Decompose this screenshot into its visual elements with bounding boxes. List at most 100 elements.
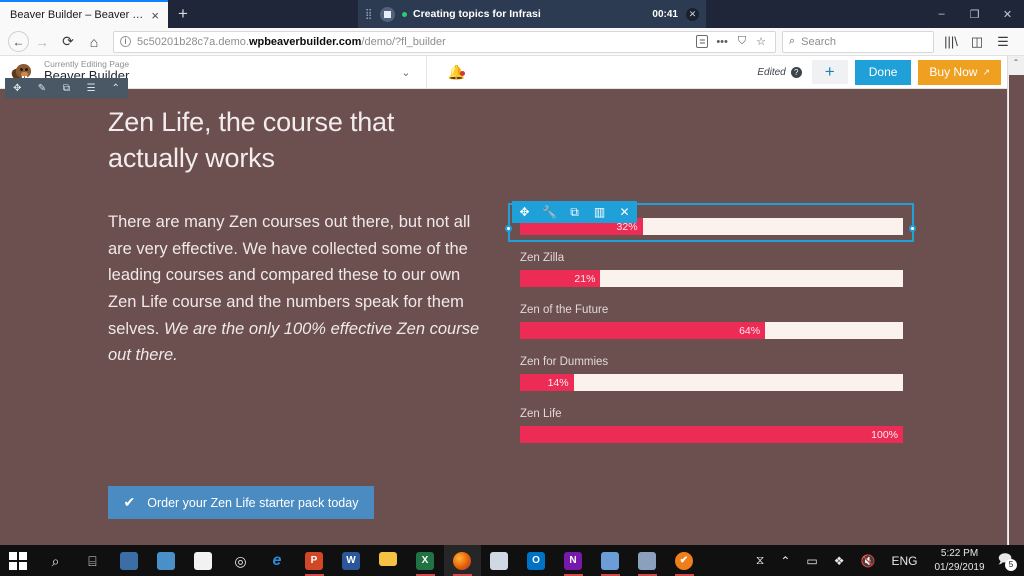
edited-label: Edited	[757, 66, 786, 78]
dropbox-icon[interactable]: ❖	[826, 554, 853, 568]
bookmark-star-icon[interactable]: ☆	[751, 35, 771, 48]
search-box[interactable]: ⌕ Search	[782, 30, 934, 53]
paint-icon[interactable]	[481, 545, 518, 576]
toast-title: Creating topics for Infrasi	[413, 8, 541, 20]
todoist-icon[interactable]: ✔	[666, 545, 703, 576]
new-tab-button[interactable]: +	[173, 4, 193, 24]
progress-bar-fill: 100%	[520, 426, 903, 443]
notification-count: 5	[1005, 558, 1017, 571]
progress-bars-module[interactable]: 32% Zen Zilla 21% Zen of the Future 64% Zen f…	[520, 218, 903, 460]
page-scrollbar[interactable]: ⌃	[1007, 56, 1024, 545]
powerpoint-icon[interactable]: P	[296, 545, 333, 576]
done-button[interactable]: Done	[854, 59, 912, 85]
check-icon: ✔	[123, 494, 136, 510]
battery-icon[interactable]: ▭	[798, 554, 825, 568]
resize-handle-left[interactable]	[505, 225, 512, 232]
outlook-icon[interactable]: O	[518, 545, 555, 576]
row-edit-icon[interactable]: ✎	[30, 83, 55, 94]
browser-nav-bar: ← → ⟳ ⌂ i 5c50201b28c7a.demo.wpbeaverbui…	[0, 28, 1024, 56]
show-hidden-icons-chevron[interactable]: ⌃	[772, 554, 798, 568]
cta-button[interactable]: ✔ Order your Zen Life starter pack today	[108, 486, 374, 519]
taskbar-clock[interactable]: 5:22 PM 01/29/2019	[926, 547, 994, 574]
maximize-button[interactable]: ❐	[958, 0, 991, 28]
action-center-button[interactable]: 🗩 5	[994, 550, 1020, 572]
onenote-icon[interactable]: N	[555, 545, 592, 576]
url-domain: wpbeaverbuilder.com	[248, 35, 362, 48]
url-text: 5c50201b28c7a.demo.wpbeaverbuilder.com/d…	[137, 36, 446, 48]
screen: Beaver Builder – Beaver Builder × + ⣿ Cr…	[0, 0, 1024, 576]
close-tab-icon[interactable]: ×	[148, 9, 162, 22]
excel-icon[interactable]: X	[407, 545, 444, 576]
add-content-button[interactable]: +	[811, 60, 848, 84]
minimize-button[interactable]: –	[925, 0, 958, 28]
close-window-button[interactable]: ✕	[991, 0, 1024, 28]
column-settings-icon[interactable]: ▥	[587, 201, 612, 223]
site-info-icon[interactable]: i	[120, 36, 131, 47]
edge-icon[interactable]: e	[259, 545, 296, 576]
file-explorer-icon[interactable]	[370, 545, 407, 576]
external-link-icon: ↗	[982, 66, 990, 77]
chevron-down-icon[interactable]: ⌄	[401, 66, 426, 79]
forward-button[interactable]: →	[29, 30, 55, 54]
back-button[interactable]: ←	[8, 31, 29, 52]
admin-bar-actions: Edited ? + Done Buy Now ↗	[757, 59, 1007, 85]
row-columns-icon[interactable]: ☰	[79, 83, 104, 94]
people-icon[interactable]: ⧖	[748, 553, 772, 568]
buy-now-button[interactable]: Buy Now ↗	[918, 59, 1001, 85]
snipping-tool-icon[interactable]	[629, 545, 666, 576]
remove-module-icon[interactable]: ✕	[612, 201, 637, 223]
sticky-notes-icon[interactable]	[592, 545, 629, 576]
row-duplicate-icon[interactable]: ⧉	[54, 83, 79, 94]
browser-tab-title: Beaver Builder – Beaver Builder	[10, 9, 149, 21]
scroll-up-arrow[interactable]: ⌃	[1008, 56, 1024, 67]
pocket-icon[interactable]: ⛉	[733, 35, 751, 48]
hamburger-menu-icon[interactable]: ☰	[990, 30, 1016, 54]
search-icon: ⌕	[789, 35, 796, 47]
text-column: Zen Life, the course that actually works…	[108, 104, 488, 369]
task-view-icon[interactable]: ⌸	[74, 545, 111, 576]
progress-bar-fill: 14%	[520, 374, 574, 391]
progress-bar-track: 14%	[520, 374, 903, 391]
paragraph-italic: We are the only 100% effective Zen cours…	[108, 319, 480, 365]
firefox-icon[interactable]	[444, 545, 481, 576]
page-actions-icon[interactable]: •••	[711, 36, 733, 48]
cta-label: Order your Zen Life starter pack today	[147, 495, 359, 510]
row-collapse-icon[interactable]: ⌃	[103, 83, 128, 94]
progress-bar-value: 14%	[547, 376, 569, 389]
url-path: /demo/?fl_builder	[361, 35, 446, 48]
scrollbar-thumb[interactable]	[1009, 75, 1024, 545]
row-move-icon[interactable]: ✥	[5, 83, 30, 94]
progress-bar-fill: 64%	[520, 322, 766, 339]
browser-tab[interactable]: Beaver Builder – Beaver Builder ×	[0, 0, 168, 28]
screen-snip-icon[interactable]	[148, 545, 185, 576]
drag-grip-icon[interactable]: ⣿	[365, 9, 377, 20]
meeting-toast[interactable]: ⣿ Creating topics for Infrasi 00:41 ✕	[358, 0, 706, 28]
library-icon[interactable]: |||\	[938, 30, 964, 54]
search-icon[interactable]: ⌕	[37, 545, 74, 576]
notifications-button[interactable]: 🔔	[427, 64, 485, 81]
language-indicator[interactable]: ENG	[883, 554, 925, 568]
remote-desktop-icon[interactable]	[111, 545, 148, 576]
duplicate-module-icon[interactable]: ⧉	[562, 201, 587, 223]
home-button[interactable]: ⌂	[81, 30, 107, 54]
beaver-builder-admin-bar: Currently Editing Page Beaver Builder ⌄ …	[0, 55, 1007, 89]
reader-view-icon[interactable]: ≣	[696, 35, 709, 48]
camtasia-icon[interactable]: ◎	[222, 545, 259, 576]
module-action-toolbar[interactable]: ✥ 🔧 ⧉ ▥ ✕	[512, 201, 637, 223]
sidebar-icon[interactable]: ◫	[964, 30, 990, 54]
close-toast-icon[interactable]: ✕	[686, 7, 699, 21]
system-tray: ⧖ ⌃ ▭ ❖ 🔇 ENG 5:22 PM 01/29/2019 🗩 5	[748, 547, 1024, 574]
settings-wrench-icon[interactable]: 🔧	[537, 201, 562, 223]
bar-label: Zen Zilla	[520, 252, 565, 264]
volume-muted-icon[interactable]: 🔇	[853, 554, 884, 568]
address-bar[interactable]: i 5c50201b28c7a.demo.wpbeaverbuilder.com…	[113, 30, 776, 53]
reload-button[interactable]: ⟳	[55, 30, 81, 54]
microsoft-store-icon[interactable]	[185, 545, 222, 576]
search-placeholder: Search	[801, 35, 837, 48]
row-toolbar[interactable]: ✥ ✎ ⧉ ☰ ⌃	[5, 78, 128, 98]
word-icon[interactable]: W	[333, 545, 370, 576]
move-module-icon[interactable]: ✥	[512, 201, 537, 223]
start-button[interactable]	[0, 545, 37, 576]
help-icon[interactable]: ?	[790, 66, 802, 78]
resize-handle-right[interactable]	[909, 225, 916, 232]
